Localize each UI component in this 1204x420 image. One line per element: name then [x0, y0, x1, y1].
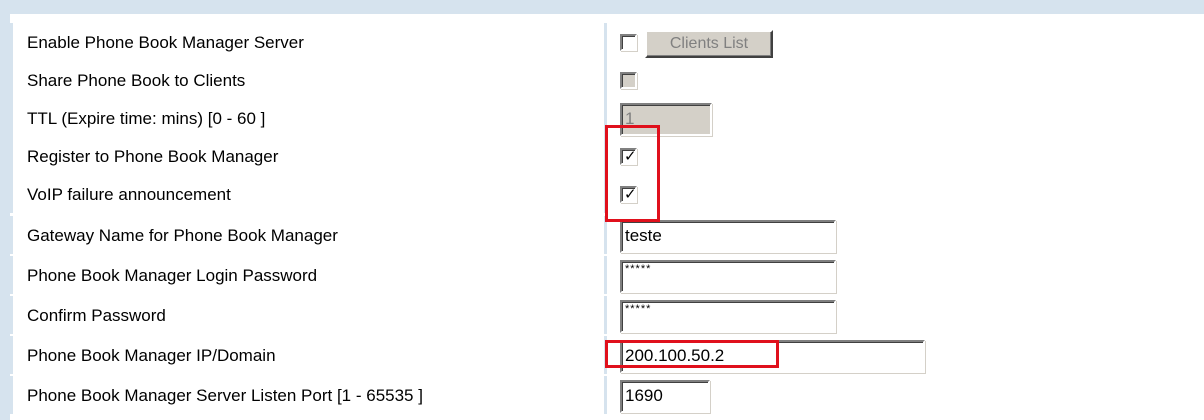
pbm-ip-domain-label: Phone Book Manager IP/Domain	[27, 346, 276, 365]
checkmark-icon: ✓	[624, 147, 637, 165]
listen-port-label: Phone Book Manager Server Listen Port [1…	[27, 386, 423, 405]
share-phone-book-label: Share Phone Book to Clients	[27, 71, 246, 90]
row-gateway-name: Gateway Name for Phone Book Manager test…	[10, 216, 1204, 254]
login-password-label: Phone Book Manager Login Password	[27, 266, 318, 285]
pbm-ip-domain-input[interactable]: 200.100.50.2	[620, 340, 925, 373]
confirm-password-label: Confirm Password	[27, 306, 166, 325]
row-share-phone-book: Share Phone Book to Clients	[10, 61, 1204, 99]
row-ttl: TTL (Expire time: mins) [0 - 60 ] 1	[10, 99, 1204, 137]
enable-pbm-server-label: Enable Phone Book Manager Server	[27, 33, 304, 52]
checkmark-icon: ✓	[624, 185, 637, 203]
gateway-name-input[interactable]: teste	[620, 220, 836, 253]
row-listen-port: Phone Book Manager Server Listen Port [1…	[10, 376, 1204, 414]
register-pbm-checkbox[interactable]: ✓	[620, 147, 637, 165]
login-password-input[interactable]: *****	[620, 260, 836, 293]
register-pbm-label: Register to Phone Book Manager	[27, 147, 279, 166]
confirm-password-input[interactable]: *****	[620, 300, 836, 333]
row-voip-failure: VoIP failure announcement ✓	[10, 175, 1204, 213]
row-login-password: Phone Book Manager Login Password *****	[10, 256, 1204, 294]
voip-failure-checkbox[interactable]: ✓	[620, 185, 637, 203]
row-pbm-ip-domain: Phone Book Manager IP/Domain 200.100.50.…	[10, 336, 1204, 374]
ttl-label: TTL (Expire time: mins) [0 - 60 ]	[27, 109, 266, 128]
listen-port-input[interactable]: 1690	[620, 380, 710, 413]
row-confirm-password: Confirm Password *****	[10, 296, 1204, 334]
share-phone-book-checkbox[interactable]	[620, 72, 637, 89]
gateway-name-label: Gateway Name for Phone Book Manager	[27, 226, 338, 245]
row-register-pbm: Register to Phone Book Manager ✓	[10, 137, 1204, 175]
row-enable-pbm-server: Enable Phone Book Manager Server Clients…	[10, 23, 1204, 61]
clients-list-button[interactable]: Clients List	[645, 30, 773, 58]
voip-failure-label: VoIP failure announcement	[27, 185, 231, 204]
enable-pbm-server-checkbox[interactable]	[620, 34, 637, 51]
ttl-input[interactable]: 1	[620, 103, 712, 136]
